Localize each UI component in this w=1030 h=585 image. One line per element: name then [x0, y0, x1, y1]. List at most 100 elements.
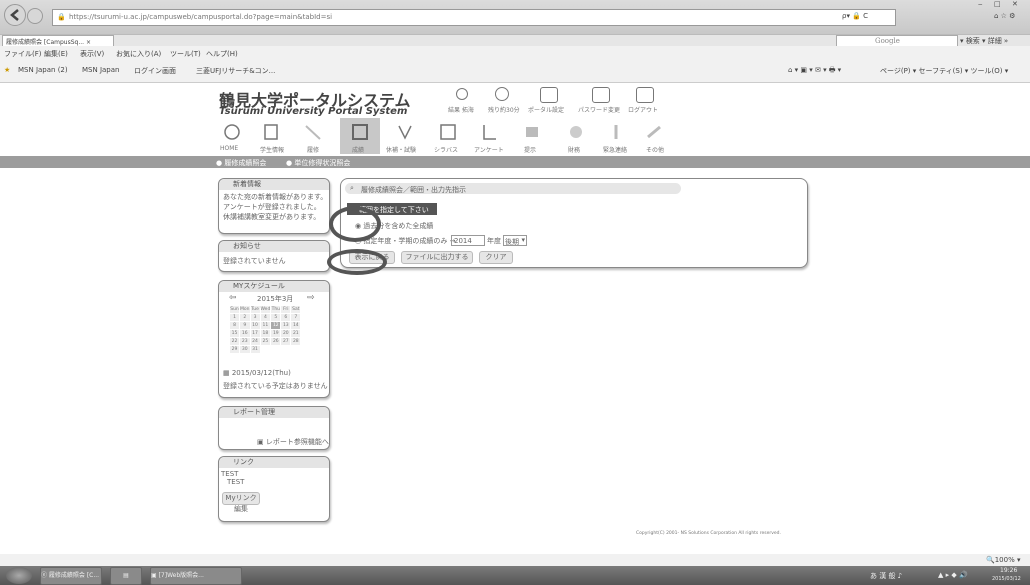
- cancellation-icon[interactable]: [395, 123, 415, 141]
- menu-other[interactable]: その他: [646, 145, 664, 154]
- menu-survey[interactable]: アンケート: [474, 145, 504, 154]
- syllabus-icon[interactable]: [438, 123, 458, 141]
- calendar-day[interactable]: 25: [260, 338, 271, 345]
- address-bar[interactable]: 🔒 https://tsurumi-u.ac.jp/campusweb/camp…: [52, 9, 896, 26]
- favorite-msn-2[interactable]: MSN Japan (2): [18, 66, 68, 74]
- other-icon[interactable]: [644, 123, 664, 141]
- tray-icons[interactable]: ▲ ▸ ◆ 🔊: [938, 571, 968, 579]
- calendar-day[interactable]: 5: [271, 314, 281, 321]
- password-change-icon[interactable]: [592, 87, 610, 103]
- search-toolbar-buttons[interactable]: ▾ 検索 ▾ 詳細 »: [960, 36, 1008, 46]
- export-file-button[interactable]: ファイルに出力する: [401, 251, 473, 264]
- menu-syllabus[interactable]: シラバス: [434, 145, 458, 154]
- home-icon[interactable]: [222, 123, 242, 141]
- calendar-day[interactable]: 20: [281, 330, 291, 337]
- task-ie[interactable]: ⓔ 履修成績照会 [C...: [40, 567, 102, 585]
- menu-file[interactable]: ファイル(F): [4, 49, 42, 59]
- menu-registration[interactable]: 履修: [307, 145, 319, 154]
- report-link[interactable]: ▣ レポート参照機能へ: [257, 437, 329, 447]
- next-month-arrow-icon[interactable]: ⇨: [307, 293, 315, 303]
- term-select[interactable]: 後期 ▾: [503, 235, 527, 246]
- calendar-day[interactable]: 14: [291, 322, 301, 329]
- calendar-day[interactable]: 16: [240, 330, 250, 337]
- calendar-day[interactable]: 15: [230, 330, 239, 337]
- command-icons[interactable]: ⌂ ▾ ▣ ▾ ✉ ▾ 🖶 ▾: [788, 66, 841, 77]
- password-change-link[interactable]: パスワード変更: [578, 105, 620, 114]
- command-bar[interactable]: ページ(P) ▾ セーフティ(S) ▾ ツール(O) ▾: [880, 66, 1008, 76]
- calendar-day[interactable]: 11: [260, 322, 271, 329]
- menu-finance[interactable]: 財務: [568, 145, 580, 154]
- calendar-day[interactable]: 28: [291, 338, 301, 345]
- favorites-star-icon[interactable]: ★: [4, 66, 10, 74]
- link-item[interactable]: TEST: [227, 478, 321, 486]
- menu-grades[interactable]: 成績: [352, 145, 364, 154]
- address-icons[interactable]: ρ▾ 🔒 C: [842, 12, 868, 20]
- clear-button[interactable]: クリア: [479, 251, 513, 264]
- calendar-day[interactable]: 2: [240, 314, 250, 321]
- calendar-day[interactable]: 27: [281, 338, 291, 345]
- portal-settings-icon[interactable]: [540, 87, 558, 103]
- calendar-day[interactable]: 7: [291, 314, 301, 321]
- calendar-day[interactable]: 10: [250, 322, 260, 329]
- back-button[interactable]: [4, 4, 26, 26]
- calendar-day[interactable]: 23: [240, 338, 250, 345]
- calendar-day[interactable]: 8: [230, 322, 239, 329]
- prev-month-arrow-icon[interactable]: ⇦: [229, 293, 237, 303]
- emergency-icon[interactable]: [606, 123, 626, 141]
- submenu-grade-inquiry[interactable]: ● 履修成績照会: [216, 158, 266, 168]
- calendar-day[interactable]: 19: [271, 330, 281, 337]
- menu-edit[interactable]: 編集(E): [44, 49, 68, 59]
- logout-link[interactable]: ログアウト: [628, 105, 658, 114]
- calendar-day[interactable]: 21: [291, 330, 301, 337]
- user-icon[interactable]: [456, 88, 468, 100]
- ime-tray[interactable]: あ 漢 般 ♪: [870, 571, 902, 581]
- maximize-button[interactable]: □: [994, 0, 1001, 8]
- favorite-mufj[interactable]: 三菱UFJリサーチ&コン...: [196, 66, 275, 76]
- calendar-day[interactable]: 18: [260, 330, 271, 337]
- calendar-day[interactable]: 4: [260, 314, 271, 321]
- close-button[interactable]: ✕: [1012, 0, 1018, 8]
- calendar-day[interactable]: 9: [240, 322, 250, 329]
- clock-date[interactable]: 2015/03/12: [992, 576, 1021, 582]
- logout-icon[interactable]: [636, 87, 654, 103]
- calendar-day[interactable]: 3: [250, 314, 260, 321]
- registration-icon[interactable]: [303, 123, 323, 141]
- minimize-button[interactable]: ‒: [978, 0, 982, 8]
- survey-icon[interactable]: [480, 123, 500, 141]
- link-item[interactable]: TEST: [221, 470, 327, 478]
- calendar-day[interactable]: 6: [281, 314, 291, 321]
- news-line[interactable]: アンケートが登録されました。: [223, 202, 325, 212]
- grades-icon[interactable]: [350, 123, 370, 141]
- menu-view[interactable]: 表示(V): [80, 49, 104, 59]
- menu-tools[interactable]: ツール(T): [170, 49, 201, 59]
- menu-help[interactable]: ヘルプ(H): [206, 49, 238, 59]
- menu-cancellation[interactable]: 休補・試験: [386, 145, 416, 154]
- calendar-day[interactable]: 26: [271, 338, 281, 345]
- year-input[interactable]: 2014: [451, 235, 485, 246]
- calendar-day[interactable]: 13: [281, 322, 291, 329]
- student-info-icon[interactable]: [262, 123, 282, 141]
- news-line[interactable]: あなた宛の新着情報があります。: [223, 192, 327, 202]
- menu-posting[interactable]: 提示: [524, 145, 536, 154]
- menu-emergency[interactable]: 緊急連絡: [603, 145, 627, 154]
- menu-home[interactable]: HOME: [220, 145, 238, 152]
- home-star-gear-icons[interactable]: ⌂ ☆ ⚙: [994, 12, 1015, 20]
- task-explorer[interactable]: ▤: [110, 567, 142, 585]
- task-web[interactable]: ▣ [7]Web版照会...: [150, 567, 242, 585]
- calendar-day[interactable]: 22: [230, 338, 239, 345]
- favorite-login[interactable]: ログイン画面: [134, 66, 176, 76]
- calendar-day[interactable]: 31: [250, 346, 260, 353]
- portal-settings-link[interactable]: ポータル設定: [528, 105, 564, 114]
- start-button[interactable]: [6, 567, 32, 584]
- menu-student-info[interactable]: 学生情報: [260, 145, 284, 154]
- clock-time[interactable]: 19:26: [1000, 567, 1017, 574]
- forward-button[interactable]: [27, 8, 43, 24]
- edit-links-button[interactable]: Myリンク編集: [222, 492, 260, 513]
- calendar-day[interactable]: 24: [250, 338, 260, 345]
- calendar-day-today[interactable]: 12: [271, 322, 281, 329]
- calendar-day[interactable]: 17: [250, 330, 260, 337]
- news-line[interactable]: 休講補講教室変更があります。: [223, 212, 325, 222]
- submenu-credit-status[interactable]: ● 単位修得状況照会: [286, 158, 350, 168]
- calendar-day[interactable]: 30: [240, 346, 250, 353]
- favorite-msn[interactable]: MSN Japan: [82, 66, 119, 74]
